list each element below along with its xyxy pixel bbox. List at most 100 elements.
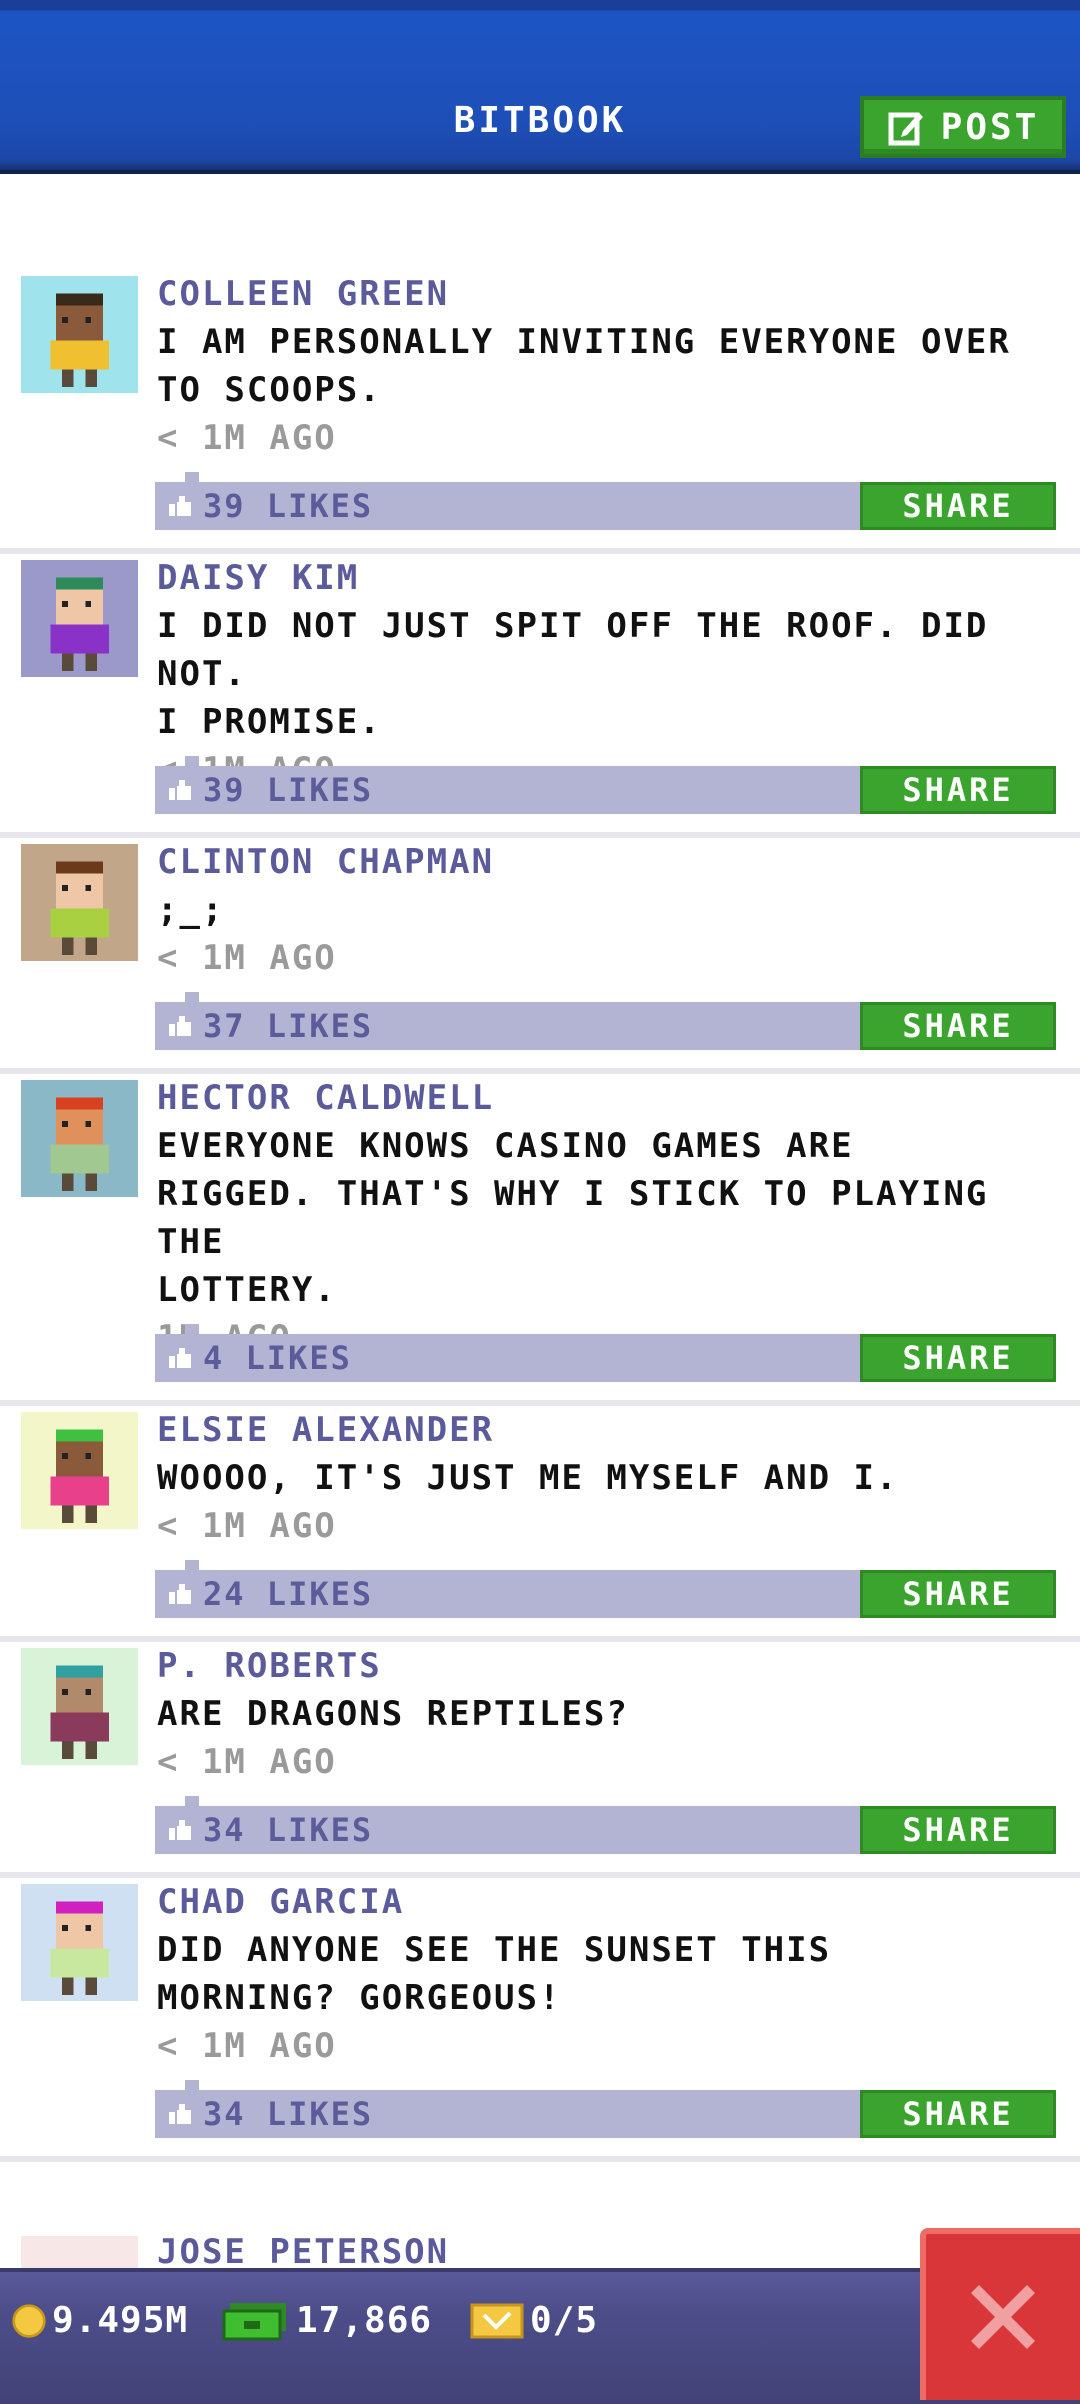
avatar[interactable] bbox=[21, 1080, 138, 1197]
thumbs-up-icon bbox=[167, 1818, 193, 1842]
post-text-line: RIGGED. THAT'S WHY I STICK TO PLAYING TH… bbox=[157, 1174, 989, 1262]
post-text-line: I DID NOT JUST SPIT OFF THE ROOF. DID NO… bbox=[157, 606, 989, 694]
share-button[interactable]: SHARE bbox=[860, 1334, 1056, 1382]
like-bar-notch bbox=[185, 1560, 199, 1570]
post-author-name[interactable]: HECTOR CALDWELL bbox=[157, 1074, 1056, 1122]
post-author-name[interactable]: ELSIE ALEXANDER bbox=[157, 1406, 1056, 1454]
likes-count: 4 LIKES bbox=[167, 1334, 352, 1382]
like-bar-notch bbox=[185, 992, 199, 1002]
post-text-line: TO SCOOPS. bbox=[157, 370, 382, 410]
post-author-name[interactable]: CLINTON CHAPMAN bbox=[157, 838, 1056, 886]
post-text-line: I PROMISE. bbox=[157, 702, 382, 742]
feed-post: CHAD GARCIA DID ANYONE SEE THE SUNSET THI… bbox=[0, 1878, 1080, 2162]
post-author-name[interactable]: CHAD GARCIA bbox=[157, 1878, 1056, 1926]
post-author-name[interactable]: COLLEEN GREEN bbox=[157, 270, 1056, 318]
like-bar[interactable]: 34 LIKES SHARE bbox=[155, 2080, 1056, 2138]
feed-post: HECTOR CALDWELL EVERYONE KNOWS CASINO GAM… bbox=[0, 1074, 1080, 1406]
cash-icon bbox=[222, 2302, 286, 2340]
post-text-line: WOOOO, IT'S JUST ME MYSELF AND I. bbox=[157, 1458, 899, 1498]
like-bar-notch bbox=[185, 2080, 199, 2090]
feed-post: COLLEEN GREEN I AM PERSONALLY INVITING EV… bbox=[0, 270, 1080, 554]
likes-count: 34 LIKES bbox=[167, 1806, 373, 1854]
coin-icon bbox=[12, 2303, 46, 2338]
avatar[interactable] bbox=[21, 1648, 138, 1765]
likes-count: 34 LIKES bbox=[167, 2090, 373, 2138]
feed-post: DAISY KIM I DID NOT JUST SPIT OFF THE ROO… bbox=[0, 554, 1080, 838]
feed-post: CLINTON CHAPMAN ;_; < 1M AGO 37 LIKES SHARE bbox=[0, 838, 1080, 1074]
share-button[interactable]: SHARE bbox=[860, 1002, 1056, 1050]
post-content: ELSIE ALEXANDER WOOOO, IT'S JUST ME MYSEL… bbox=[157, 1406, 1056, 1550]
thumbs-up-icon bbox=[167, 1346, 193, 1370]
post-timestamp: < 1M AGO bbox=[157, 938, 337, 978]
thumbs-up-icon bbox=[167, 1582, 193, 1606]
like-bar-notch bbox=[185, 1324, 199, 1334]
likes-label: 39 LIKES bbox=[203, 771, 374, 809]
like-bar-notch bbox=[185, 1796, 199, 1806]
post-text-line: MORNING? GORGEOUS! bbox=[157, 1978, 562, 2018]
thumbs-up-icon bbox=[167, 778, 193, 802]
post-text-line: ARE DRAGONS REPTILES? bbox=[157, 1694, 629, 1734]
ticket-icon bbox=[470, 2303, 524, 2338]
post-content: P. ROBERTS ARE DRAGONS REPTILES? < 1M AGO bbox=[157, 1642, 1056, 1786]
likes-label: 34 LIKES bbox=[203, 2095, 374, 2133]
post-content: COLLEEN GREEN I AM PERSONALLY INVITING EV… bbox=[157, 270, 1056, 462]
like-bar[interactable]: 39 LIKES SHARE bbox=[155, 756, 1056, 814]
post-author-name[interactable]: DAISY KIM bbox=[157, 554, 1056, 602]
post-content: CLINTON CHAPMAN ;_; < 1M AGO bbox=[157, 838, 1056, 982]
avatar[interactable] bbox=[21, 560, 138, 677]
share-button[interactable]: SHARE bbox=[860, 1806, 1056, 1854]
likes-label: 24 LIKES bbox=[203, 1575, 374, 1613]
app-header: BITBOOK POST bbox=[0, 0, 1080, 174]
like-bar[interactable]: 24 LIKES SHARE bbox=[155, 1560, 1056, 1618]
post-text-line: LOTTERY. bbox=[157, 1270, 337, 1310]
share-button[interactable]: SHARE bbox=[860, 766, 1056, 814]
coins-value: 9.495M bbox=[52, 2300, 189, 2341]
like-bar[interactable]: 4 LIKES SHARE bbox=[155, 1324, 1056, 1382]
currency-bar: 9.495M 17,866 0/5 bbox=[0, 2268, 1080, 2404]
avatar bbox=[21, 2236, 138, 2272]
post-content: DAISY KIM I DID NOT JUST SPIT OFF THE ROO… bbox=[157, 554, 1056, 794]
likes-label: 37 LIKES bbox=[203, 1007, 374, 1045]
share-button[interactable]: SHARE bbox=[860, 2090, 1056, 2138]
share-button[interactable]: SHARE bbox=[860, 1570, 1056, 1618]
post-timestamp: < 1M AGO bbox=[157, 2026, 337, 2066]
thumbs-up-icon bbox=[167, 494, 193, 518]
cash-value: 17,866 bbox=[296, 2300, 433, 2341]
avatar[interactable] bbox=[21, 1412, 138, 1529]
like-bar[interactable]: 37 LIKES SHARE bbox=[155, 992, 1056, 1050]
post-button-label: POST bbox=[940, 106, 1040, 148]
cash-stat: 17,866 bbox=[222, 2300, 432, 2341]
likes-label: 4 LIKES bbox=[203, 1339, 352, 1377]
post-timestamp: < 1M AGO bbox=[157, 1506, 337, 1546]
post-text-line: DID ANYONE SEE THE SUNSET THIS bbox=[157, 1930, 832, 1970]
post-timestamp: < 1M AGO bbox=[157, 418, 337, 458]
feed-post: P. ROBERTS ARE DRAGONS REPTILES? < 1M AGO 3… bbox=[0, 1642, 1080, 1878]
likes-label: 34 LIKES bbox=[203, 1811, 374, 1849]
post-author-name[interactable]: P. ROBERTS bbox=[157, 1642, 1056, 1690]
avatar[interactable] bbox=[21, 1884, 138, 2001]
post-content: CHAD GARCIA DID ANYONE SEE THE SUNSET THI… bbox=[157, 1878, 1056, 2070]
likes-label: 39 LIKES bbox=[203, 487, 374, 525]
close-button[interactable] bbox=[920, 2228, 1080, 2400]
tickets-stat: 0/5 bbox=[470, 2300, 598, 2341]
like-bar[interactable]: 34 LIKES SHARE bbox=[155, 1796, 1056, 1854]
likes-count: 37 LIKES bbox=[167, 1002, 373, 1050]
thumbs-up-icon bbox=[167, 2102, 193, 2126]
likes-count: 24 LIKES bbox=[167, 1570, 373, 1618]
like-bar-notch bbox=[185, 472, 199, 482]
like-bar[interactable]: 39 LIKES SHARE bbox=[155, 472, 1056, 530]
thumbs-up-icon bbox=[167, 1014, 193, 1038]
post-button[interactable]: POST bbox=[860, 96, 1066, 158]
tickets-value: 0/5 bbox=[530, 2300, 599, 2341]
share-button[interactable]: SHARE bbox=[860, 482, 1056, 530]
avatar[interactable] bbox=[21, 844, 138, 961]
bitbook-feed: COLLEEN GREEN I AM PERSONALLY INVITING EV… bbox=[0, 270, 1080, 2162]
close-icon bbox=[971, 2285, 1035, 2349]
avatar[interactable] bbox=[21, 276, 138, 393]
post-text-line: ;_; bbox=[157, 890, 225, 930]
coins-stat: 9.495M bbox=[12, 2300, 188, 2341]
post-content: HECTOR CALDWELL EVERYONE KNOWS CASINO GAM… bbox=[157, 1074, 1056, 1362]
likes-count: 39 LIKES bbox=[167, 766, 373, 814]
post-text-line: I AM PERSONALLY INVITING EVERYONE OVER bbox=[157, 322, 1011, 362]
post-timestamp: < 1M AGO bbox=[157, 1742, 337, 1782]
